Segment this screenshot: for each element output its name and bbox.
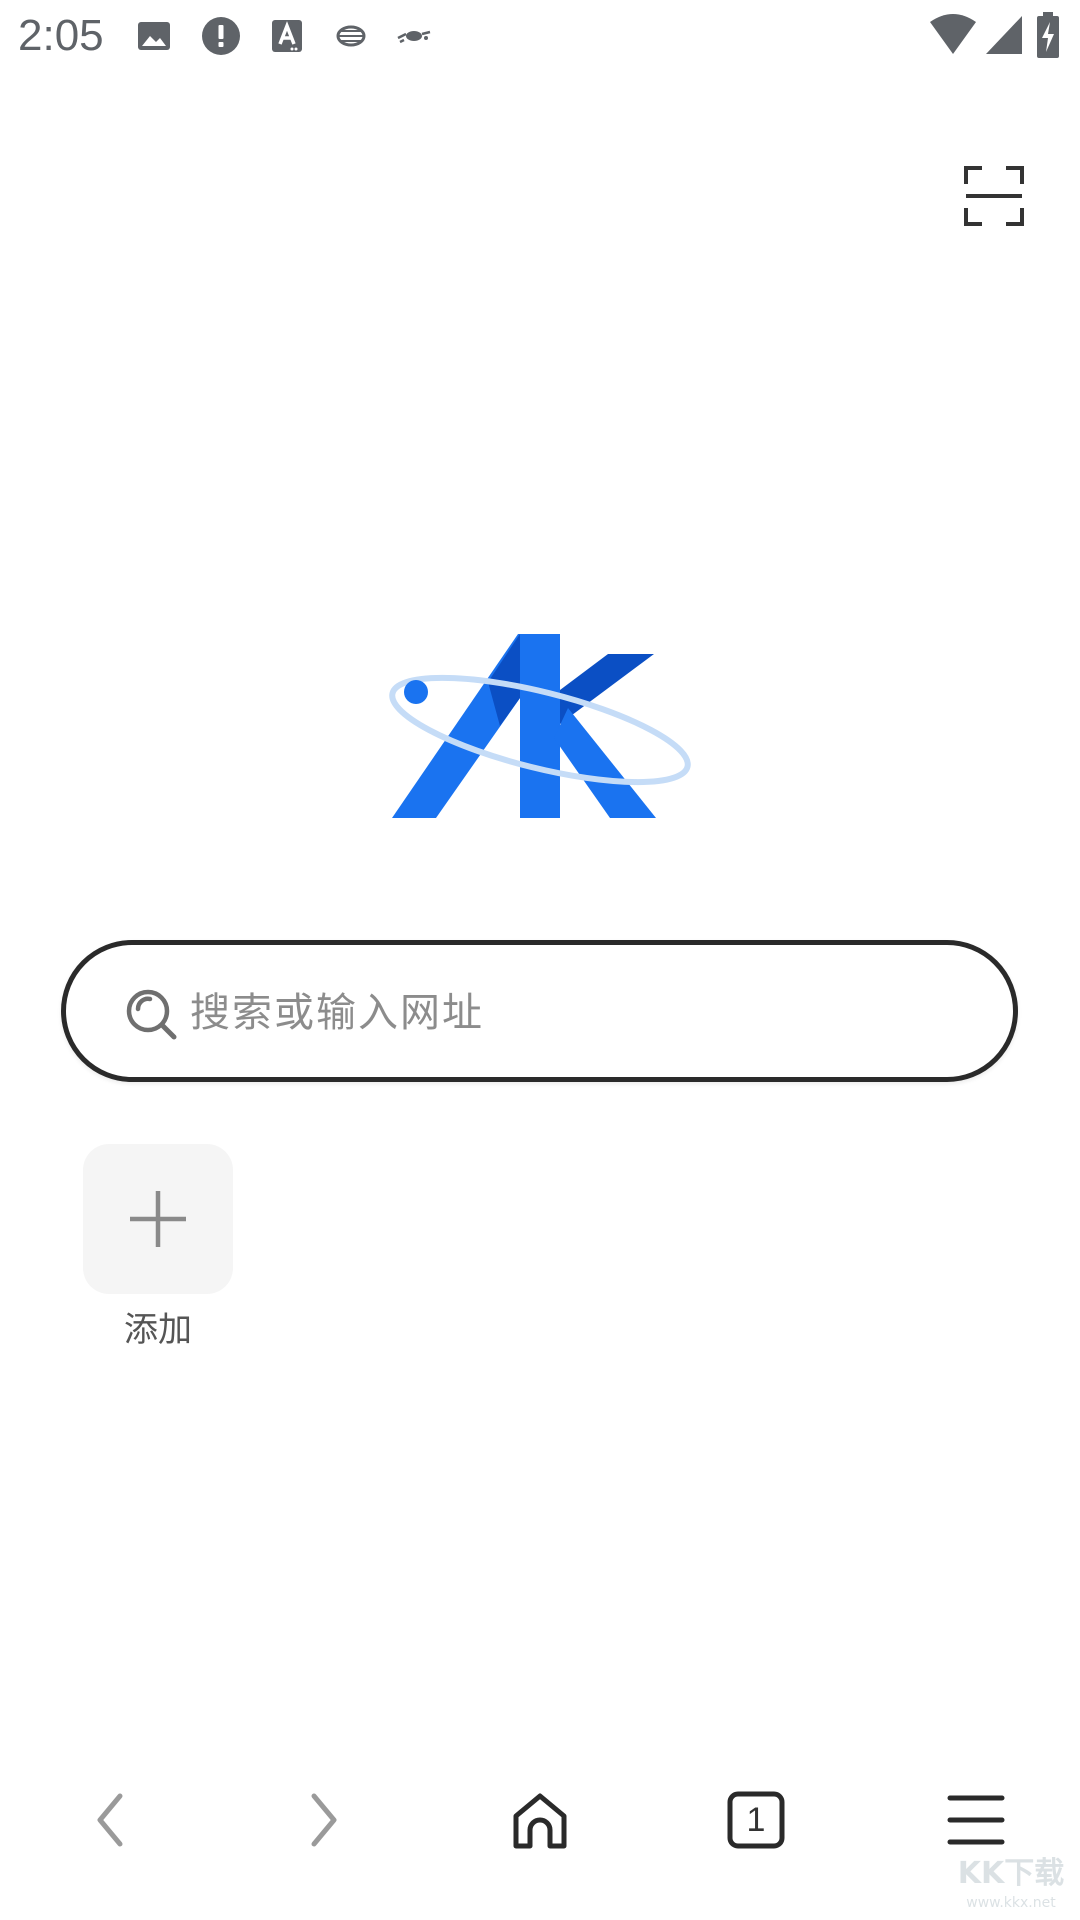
add-shortcut-label: 添加 (124, 1310, 192, 1350)
app-logo (389, 634, 691, 818)
browser-home-screen: 2:05 搜索或输入网址 添加 1 KK下载 www.kkx.net (0, 0, 1080, 1920)
tabs-button[interactable]: 1 (696, 1760, 816, 1880)
search-icon (126, 989, 177, 1040)
status-time: 2:05 (18, 11, 104, 60)
watermark-sub: www.kkx.net (966, 1895, 1056, 1911)
watermark-text: KK下载 (957, 1856, 1065, 1891)
forward-button[interactable] (264, 1760, 384, 1880)
chevron-right-icon (311, 1793, 337, 1847)
globe-icon (336, 25, 366, 47)
search-placeholder: 搜索或输入网址 (190, 990, 484, 1036)
search-bar[interactable]: 搜索或输入网址 (61, 940, 1018, 1082)
watermark: KK下载 www.kkx.net (952, 1854, 1070, 1914)
add-shortcut-button[interactable] (83, 1144, 233, 1294)
plus-icon (130, 1191, 186, 1247)
satellite-icon (397, 30, 431, 44)
home-button[interactable] (480, 1760, 600, 1880)
status-bar: 2:05 (0, 0, 1080, 72)
a-accessibility-icon (272, 20, 302, 52)
tab-count: 1 (746, 1801, 766, 1839)
scan-button[interactable] (962, 164, 1026, 228)
home-icon (513, 1793, 567, 1849)
chevron-left-icon (97, 1793, 123, 1847)
image-icon (138, 22, 170, 50)
scan-icon (964, 166, 1024, 226)
battery-charging-icon (1037, 12, 1059, 58)
back-button[interactable] (50, 1760, 170, 1880)
alert-icon (202, 17, 240, 55)
wifi-icon (930, 14, 976, 54)
bottom-navigation: 1 (0, 1760, 1080, 1890)
signal-icon (986, 16, 1022, 54)
